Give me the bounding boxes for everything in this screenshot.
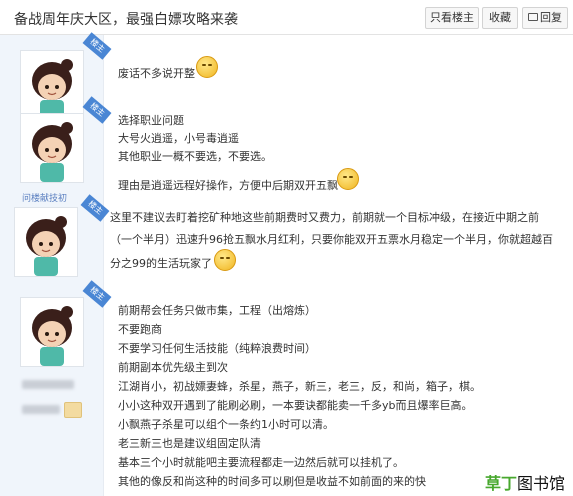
only-op-button[interactable]: 只看楼主	[425, 7, 479, 29]
favorite-button[interactable]: 收藏	[482, 7, 518, 29]
blurred-level	[22, 405, 60, 414]
post-text: 前期副本优先级主到次	[118, 361, 228, 374]
site-watermark: 草丁图书馆	[485, 470, 565, 494]
avatar-image	[32, 306, 73, 366]
sidebar-divider	[103, 35, 104, 496]
thread-header: 备战周年庆大区，最强白嫖攻略来袭 只看楼主 收藏 回复	[0, 0, 573, 35]
post-text: 基本三个小时就能吧主要流程都走一边然后就可以挂机了。	[118, 456, 404, 469]
thread-title: 备战周年庆大区，最强白嫖攻略来袭	[14, 12, 238, 28]
watermark-part2: 丁	[500, 474, 517, 493]
post-text: （一个半月）迅速升96抢五飘水月红利，只要你能双开五票水月稳定一个半月，你就超越…	[110, 233, 553, 246]
avatar-image	[32, 59, 73, 119]
username-link[interactable]: 问楼献技初	[22, 191, 67, 204]
comment-icon	[528, 13, 538, 21]
watermark-part1: 草	[484, 474, 501, 493]
post-text: 前期帮会任务只做市集，工程（出熔炼）	[118, 304, 316, 317]
post-text: 小飘燕子杀星可以组个一条约1小时可以清。	[118, 418, 334, 431]
smiley-emoji-icon	[214, 249, 236, 271]
post-text: 其他的像反和尚这种的时间多可以刷但是收益不如前面的来的快	[118, 475, 426, 488]
post-text: 大号火逍遥，小号毒逍遥	[118, 132, 239, 145]
avatar-image	[26, 216, 67, 276]
post-text: 其他职业一概不要选，不要选。	[118, 150, 272, 163]
post-text: 废话不多说开整	[118, 67, 195, 80]
reply-button[interactable]: 回复	[522, 7, 568, 29]
reply-button-label: 回复	[540, 11, 562, 24]
post-text: 江湖肖小，初战嫖妻蜂，杀星，燕子，新三，老三，反，和尚，箱子，棋。	[118, 380, 481, 393]
post-text: 老三新三也是建议组固定队清	[118, 437, 261, 450]
level-icon	[64, 402, 82, 418]
blurred-username	[22, 380, 74, 389]
post-text: 小小这种双开遇到了能刷必刷，一本要诀都能卖一千多yb而且爆率巨高。	[118, 399, 473, 412]
smiley-emoji-icon	[337, 168, 359, 190]
watermark-part3: 图书馆	[516, 474, 565, 493]
post-text: 分之99的生活玩家了	[110, 257, 212, 270]
avatar[interactable]	[14, 207, 78, 277]
avatar-image	[32, 122, 73, 182]
post-text: 理由是逍遥远程好操作，方便中后期双开五飘	[118, 179, 338, 192]
avatar[interactable]	[20, 297, 84, 367]
avatar[interactable]	[20, 50, 84, 120]
post-text: 不要跑商	[118, 323, 162, 336]
post-text: 选择职业问题	[118, 114, 184, 127]
smiley-emoji-icon	[196, 56, 218, 78]
post-text: 不要学习任何生活技能（纯粹浪费时间）	[118, 342, 316, 355]
avatar[interactable]	[20, 113, 84, 183]
post-text: 这里不建议去盯着挖矿种地这些前期费时又费力，前期就一个目标冲级，在接近中期之前	[110, 211, 539, 224]
